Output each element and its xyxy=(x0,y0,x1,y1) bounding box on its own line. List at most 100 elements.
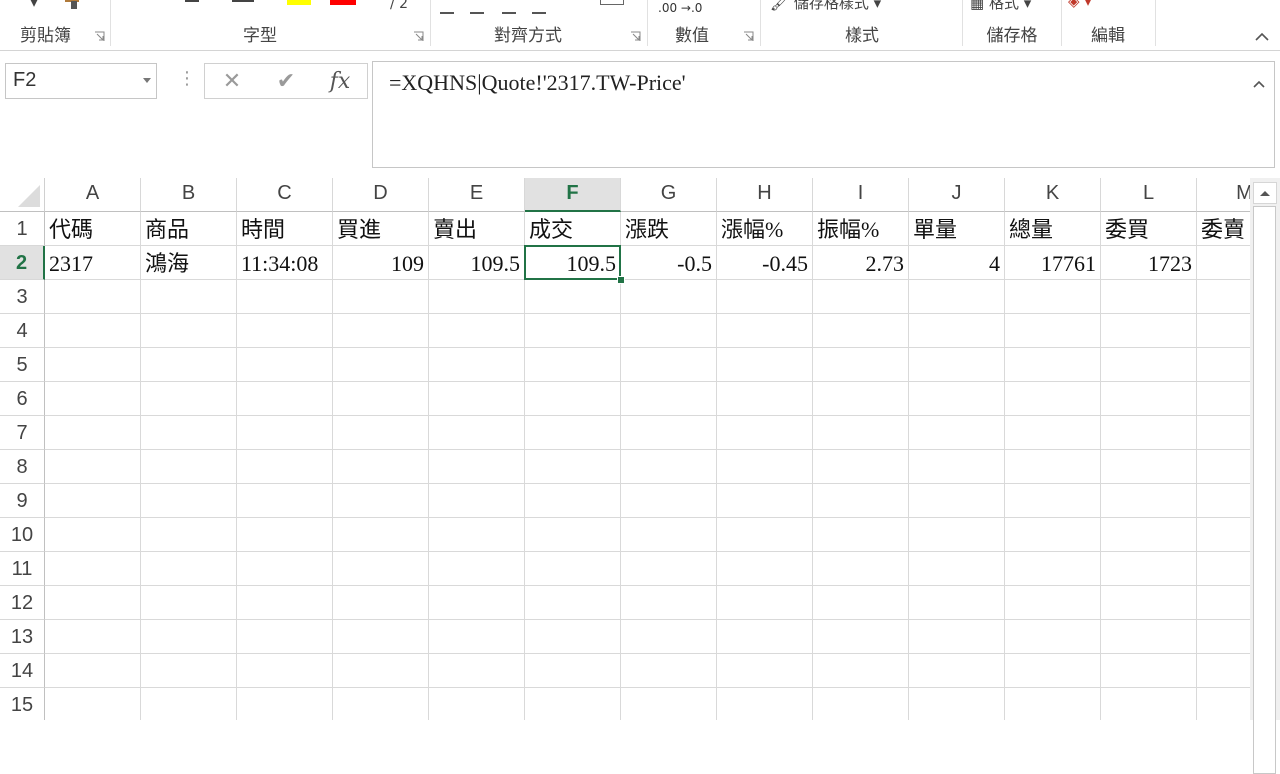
cell-c7[interactable] xyxy=(237,416,333,450)
column-header-d[interactable]: D xyxy=(333,178,429,212)
cell-e2[interactable]: 109.5 xyxy=(429,246,525,280)
cell-a13[interactable] xyxy=(45,620,141,654)
column-header-a[interactable]: A xyxy=(45,178,141,212)
cell-c1[interactable]: 時間 xyxy=(237,212,333,246)
cell-b6[interactable] xyxy=(141,382,237,416)
row-header-15[interactable]: 15 xyxy=(0,688,45,720)
cell-e15[interactable] xyxy=(429,688,525,720)
cell-m6[interactable] xyxy=(1197,382,1250,416)
cell-j4[interactable] xyxy=(909,314,1005,348)
cell-m15[interactable] xyxy=(1197,688,1250,720)
cell-k12[interactable] xyxy=(1005,586,1101,620)
row-header-7[interactable]: 7 xyxy=(0,416,45,450)
cell-c13[interactable] xyxy=(237,620,333,654)
cell-a6[interactable] xyxy=(45,382,141,416)
cell-j13[interactable] xyxy=(909,620,1005,654)
cell-d15[interactable] xyxy=(333,688,429,720)
font-color-swatch[interactable] xyxy=(330,0,356,5)
cell-g2[interactable]: -0.5 xyxy=(621,246,717,280)
cell-l13[interactable] xyxy=(1101,620,1197,654)
cell-l12[interactable] xyxy=(1101,586,1197,620)
cell-h7[interactable] xyxy=(717,416,813,450)
cell-k13[interactable] xyxy=(1005,620,1101,654)
cell-e14[interactable] xyxy=(429,654,525,688)
cell-d4[interactable] xyxy=(333,314,429,348)
column-header-k[interactable]: K xyxy=(1005,178,1101,212)
cell-k7[interactable] xyxy=(1005,416,1101,450)
cell-l11[interactable] xyxy=(1101,552,1197,586)
font-launcher-icon[interactable] xyxy=(413,31,424,42)
cell-k4[interactable] xyxy=(1005,314,1101,348)
cell-f15[interactable] xyxy=(525,688,621,720)
cell-h8[interactable] xyxy=(717,450,813,484)
cancel-icon[interactable]: ✕ xyxy=(217,68,247,96)
cell-k15[interactable] xyxy=(1005,688,1101,720)
cell-i14[interactable] xyxy=(813,654,909,688)
cell-h6[interactable] xyxy=(717,382,813,416)
clear-icon[interactable]: ◈ ▾ xyxy=(1068,0,1092,10)
cell-l14[interactable] xyxy=(1101,654,1197,688)
cell-b5[interactable] xyxy=(141,348,237,382)
cell-c4[interactable] xyxy=(237,314,333,348)
cell-f1[interactable]: 成交 xyxy=(525,212,621,246)
cell-b4[interactable] xyxy=(141,314,237,348)
cell-d12[interactable] xyxy=(333,586,429,620)
alignment-buttons[interactable] xyxy=(440,0,560,14)
cell-d13[interactable] xyxy=(333,620,429,654)
cell-d1[interactable]: 買進 xyxy=(333,212,429,246)
cell-f5[interactable] xyxy=(525,348,621,382)
cell-k10[interactable] xyxy=(1005,518,1101,552)
row-header-5[interactable]: 5 xyxy=(0,348,45,382)
cell-m10[interactable] xyxy=(1197,518,1250,552)
cell-b7[interactable] xyxy=(141,416,237,450)
column-header-e[interactable]: E xyxy=(429,178,525,212)
cell-k2[interactable]: 17761 xyxy=(1005,246,1101,280)
cell-g10[interactable] xyxy=(621,518,717,552)
cell-e7[interactable] xyxy=(429,416,525,450)
cell-h2[interactable]: -0.45 xyxy=(717,246,813,280)
cell-j11[interactable] xyxy=(909,552,1005,586)
cell-m14[interactable] xyxy=(1197,654,1250,688)
decimal-icons[interactable]: ←.0 .00.00 →.0 xyxy=(658,0,702,14)
cell-k6[interactable] xyxy=(1005,382,1101,416)
row-header-4[interactable]: 4 xyxy=(0,314,45,348)
cell-i9[interactable] xyxy=(813,484,909,518)
cell-a3[interactable] xyxy=(45,280,141,314)
cell-e10[interactable] xyxy=(429,518,525,552)
cell-h13[interactable] xyxy=(717,620,813,654)
cell-g15[interactable] xyxy=(621,688,717,720)
cell-h11[interactable] xyxy=(717,552,813,586)
cell-f7[interactable] xyxy=(525,416,621,450)
cell-f14[interactable] xyxy=(525,654,621,688)
column-header-i[interactable]: I xyxy=(813,178,909,212)
cell-i13[interactable] xyxy=(813,620,909,654)
cell-e4[interactable] xyxy=(429,314,525,348)
cell-c9[interactable] xyxy=(237,484,333,518)
format-button[interactable]: ▦ 格式 ▾ xyxy=(970,0,1031,13)
cell-m5[interactable] xyxy=(1197,348,1250,382)
cell-j2[interactable]: 4 xyxy=(909,246,1005,280)
cell-k9[interactable] xyxy=(1005,484,1101,518)
cell-h15[interactable] xyxy=(717,688,813,720)
cell-i12[interactable] xyxy=(813,586,909,620)
cell-k1[interactable]: 總量 xyxy=(1005,212,1101,246)
cell-g5[interactable] xyxy=(621,348,717,382)
cell-c10[interactable] xyxy=(237,518,333,552)
cell-d2[interactable]: 109 xyxy=(333,246,429,280)
cell-j9[interactable] xyxy=(909,484,1005,518)
cell-l9[interactable] xyxy=(1101,484,1197,518)
cell-h12[interactable] xyxy=(717,586,813,620)
cell-l15[interactable] xyxy=(1101,688,1197,720)
cell-c5[interactable] xyxy=(237,348,333,382)
cell-g12[interactable] xyxy=(621,586,717,620)
cell-m2[interactable] xyxy=(1197,246,1250,280)
collapse-ribbon-icon[interactable] xyxy=(1254,29,1270,45)
cell-j7[interactable] xyxy=(909,416,1005,450)
cell-i3[interactable] xyxy=(813,280,909,314)
cell-g14[interactable] xyxy=(621,654,717,688)
name-box[interactable]: F2 xyxy=(5,63,157,99)
formula-input[interactable]: =XQHNS|Quote!'2317.TW-Price' xyxy=(372,61,1275,168)
cell-l1[interactable]: 委買 xyxy=(1101,212,1197,246)
cell-d3[interactable] xyxy=(333,280,429,314)
cell-i15[interactable] xyxy=(813,688,909,720)
